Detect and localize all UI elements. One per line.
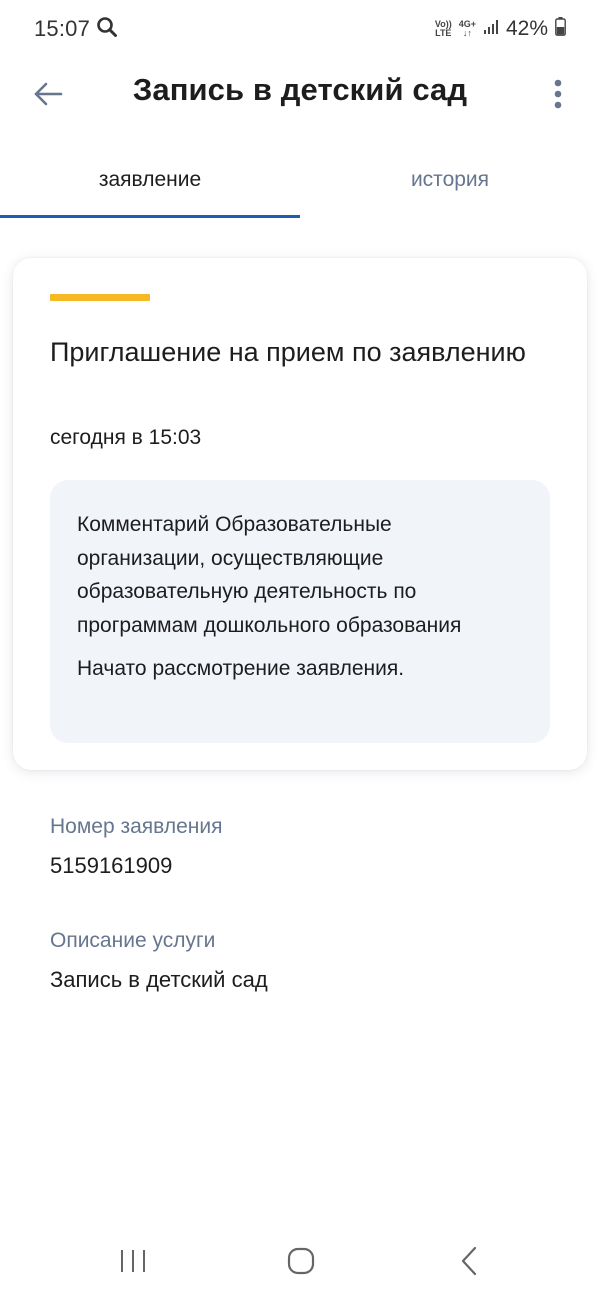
recents-icon — [121, 1250, 145, 1272]
system-back-button[interactable] — [444, 1239, 494, 1283]
screen: 15:07 Vo)) LTE 4G+ ↓↑ 42% Запись в детск… — [0, 0, 600, 1299]
system-nav-bar — [0, 1225, 600, 1299]
search-icon — [96, 16, 118, 43]
comment-box: Комментарий Образовательные организации,… — [50, 480, 550, 743]
more-vertical-icon — [554, 79, 562, 109]
home-button[interactable] — [276, 1239, 326, 1283]
status-left: 15:07 — [34, 16, 118, 43]
signal-icon — [483, 19, 499, 40]
tabs: заявление история — [0, 148, 600, 218]
network-4g-icon: 4G+ ↓↑ — [458, 19, 476, 38]
tab-application[interactable]: заявление — [0, 148, 300, 218]
page-title: Запись в детский сад — [132, 72, 468, 107]
home-icon — [287, 1247, 315, 1275]
field-value: Запись в детский сад — [50, 967, 268, 992]
service-description-field: Описание услуги Запись в детский сад — [50, 929, 268, 993]
status-bar: 15:07 Vo)) LTE 4G+ ↓↑ 42% — [0, 0, 600, 58]
field-label: Номер заявления — [50, 815, 223, 838]
recents-button[interactable] — [108, 1239, 158, 1283]
more-options-button[interactable] — [538, 74, 578, 114]
field-value: 5159161909 — [50, 853, 173, 878]
field-label: Описание услуги — [50, 929, 216, 952]
status-time: 15:07 — [34, 16, 91, 41]
status-card: Приглашение на прием по заявлению сегодн… — [13, 258, 587, 770]
chevron-left-icon — [461, 1246, 477, 1276]
status-accent-line — [50, 294, 150, 301]
status-right: Vo)) LTE 4G+ ↓↑ 42% — [435, 17, 566, 41]
app-bar: Запись в детский сад — [0, 58, 600, 128]
status-date: сегодня в 15:03 — [50, 426, 202, 449]
volte-icon: Vo)) LTE — [434, 19, 452, 38]
status-title: Приглашение на прием по заявлению — [50, 337, 526, 367]
comment-text: Начато рассмотрение заявления. — [77, 657, 405, 680]
comment-title: Комментарий Образовательные организации,… — [77, 513, 462, 637]
application-number-field: Номер заявления 5159161909 — [50, 815, 222, 879]
battery-icon — [555, 17, 566, 41]
tab-history[interactable]: история — [300, 148, 600, 218]
battery-percent: 42% — [505, 17, 548, 40]
